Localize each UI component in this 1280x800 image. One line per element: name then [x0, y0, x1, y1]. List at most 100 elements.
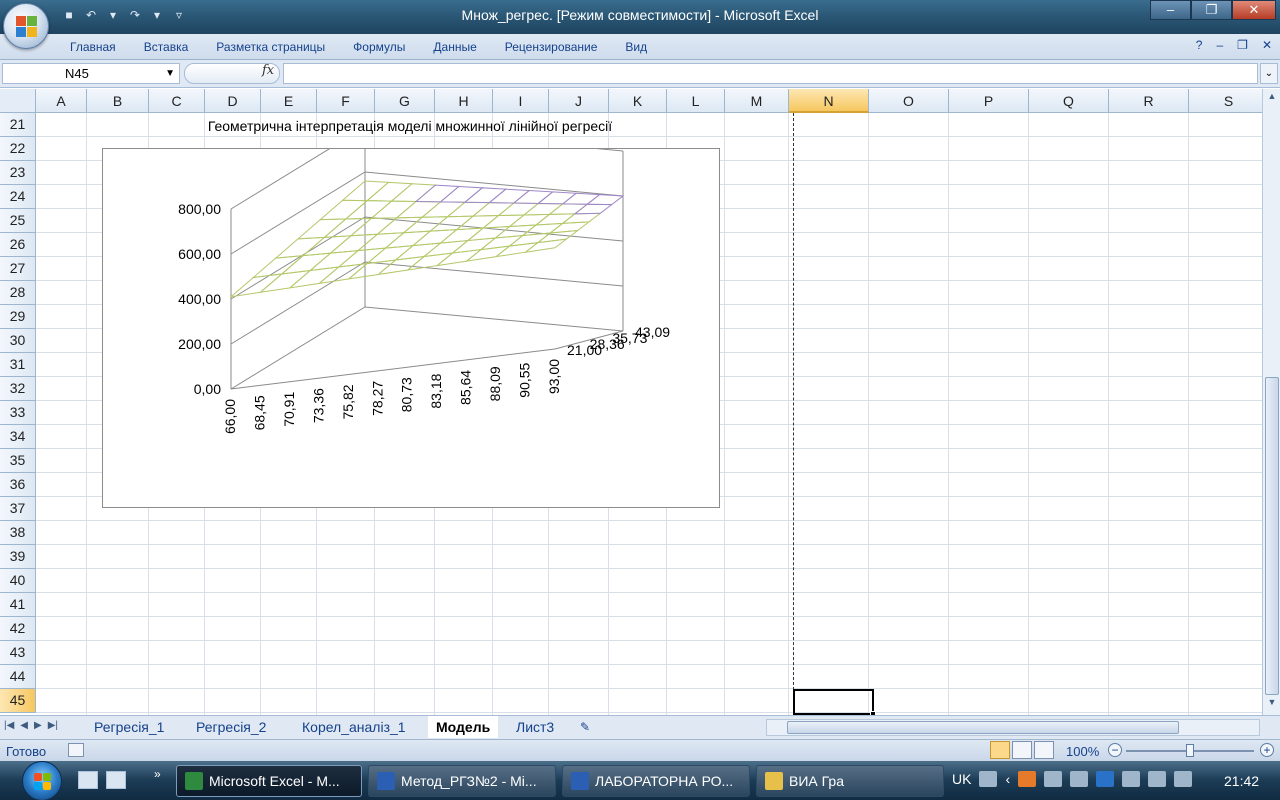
- column-header-b[interactable]: B: [87, 89, 149, 113]
- row-header-26[interactable]: 26: [0, 233, 36, 257]
- tray-app-icon[interactable]: [1018, 771, 1037, 787]
- expand-formula-bar-icon[interactable]: ⌄: [1260, 63, 1278, 84]
- scroll-down-icon[interactable]: ▼: [1265, 697, 1279, 713]
- page-break-view-icon[interactable]: [1034, 741, 1054, 759]
- prev-sheet-icon[interactable]: ◀: [20, 720, 28, 731]
- row-header-44[interactable]: 44: [0, 665, 36, 689]
- horizontal-scroll-thumb[interactable]: [787, 721, 1179, 734]
- normal-view-icon[interactable]: [990, 741, 1010, 759]
- row-header-29[interactable]: 29: [0, 305, 36, 329]
- scroll-up-icon[interactable]: ▲: [1265, 91, 1279, 107]
- row-header-27[interactable]: 27: [0, 257, 36, 281]
- column-header-g[interactable]: G: [375, 89, 435, 113]
- volume-icon[interactable]: [1174, 771, 1193, 787]
- column-header-m[interactable]: M: [725, 89, 789, 113]
- show-desktop-icon[interactable]: [106, 771, 126, 789]
- column-header-p[interactable]: P: [949, 89, 1029, 113]
- vertical-scroll-thumb[interactable]: [1265, 377, 1279, 695]
- surface-chart[interactable]: 800,00 600,00 400,00 200,00 0,00 66,00 68,45 70…: [102, 126, 720, 508]
- row-header-42[interactable]: 42: [0, 617, 36, 641]
- task-word-1[interactable]: Метод_РГЗ№2 - Mi...: [368, 765, 556, 797]
- worksheet-grid[interactable]: Геометрична інтерпретація моделі множинн…: [0, 89, 1262, 715]
- zoom-in-icon[interactable]: +: [1260, 743, 1274, 757]
- row-header-39[interactable]: 39: [0, 545, 36, 569]
- row-header-22[interactable]: 22: [0, 137, 36, 161]
- task-excel[interactable]: Microsoft Excel - M...: [176, 765, 362, 797]
- column-header-q[interactable]: Q: [1029, 89, 1109, 113]
- column-header-r[interactable]: R: [1109, 89, 1189, 113]
- tray-sync-icon[interactable]: [1044, 771, 1063, 787]
- column-header-h[interactable]: H: [435, 89, 493, 113]
- zoom-level[interactable]: 100%: [1066, 744, 1099, 759]
- tab-formulas[interactable]: Формулы: [339, 39, 419, 55]
- help-icon[interactable]: ?: [1196, 38, 1203, 52]
- first-sheet-icon[interactable]: |◀: [4, 720, 14, 731]
- row-header-23[interactable]: 23: [0, 161, 36, 185]
- sheet-tab-regression-2[interactable]: Регресія_2: [188, 716, 274, 738]
- workbook-close-button[interactable]: ✕: [1262, 38, 1272, 52]
- zoom-out-icon[interactable]: −: [1108, 743, 1122, 757]
- minimize-button[interactable]: –: [1150, 0, 1191, 20]
- tray-update-icon[interactable]: [1096, 771, 1115, 787]
- selected-cell-n45[interactable]: [793, 689, 876, 715]
- column-header-d[interactable]: D: [205, 89, 261, 113]
- office-button[interactable]: [3, 3, 49, 49]
- network-icon[interactable]: [1148, 771, 1167, 787]
- zoom-knob[interactable]: [1186, 744, 1194, 757]
- row-header-40[interactable]: 40: [0, 569, 36, 593]
- row-header-36[interactable]: 36: [0, 473, 36, 497]
- task-word-2[interactable]: ЛАБОРАТОРНА РО...: [562, 765, 750, 797]
- column-header-s[interactable]: S: [1189, 89, 1262, 113]
- page-layout-view-icon[interactable]: [1012, 741, 1032, 759]
- column-header-e[interactable]: E: [261, 89, 317, 113]
- row-header-45[interactable]: 45: [0, 689, 36, 713]
- row-header-31[interactable]: 31: [0, 353, 36, 377]
- vertical-scrollbar[interactable]: ▲ ▼: [1262, 89, 1280, 715]
- tab-data[interactable]: Данные: [419, 39, 490, 55]
- quick-launch-more-icon[interactable]: »: [154, 767, 161, 781]
- column-header-a[interactable]: A: [36, 89, 87, 113]
- sheet-tab-sheet3[interactable]: Лист3: [508, 716, 562, 738]
- row-header-43[interactable]: 43: [0, 641, 36, 665]
- select-all-corner[interactable]: [0, 89, 36, 113]
- workbook-restore-button[interactable]: ❐: [1237, 38, 1248, 52]
- column-header-i[interactable]: I: [493, 89, 549, 113]
- sheet-tab-correlation[interactable]: Корел_аналіз_1: [294, 716, 414, 738]
- start-button[interactable]: [22, 761, 62, 800]
- column-header-c[interactable]: C: [149, 89, 205, 113]
- close-button[interactable]: ✕: [1232, 0, 1276, 20]
- battery-icon[interactable]: [1122, 771, 1141, 787]
- column-header-j[interactable]: J: [549, 89, 609, 113]
- maximize-button[interactable]: ❐: [1191, 0, 1232, 20]
- tab-insert[interactable]: Вставка: [130, 39, 203, 55]
- row-header-30[interactable]: 30: [0, 329, 36, 353]
- row-header-38[interactable]: 38: [0, 521, 36, 545]
- row-header-21[interactable]: 21: [0, 113, 36, 137]
- tab-page-layout[interactable]: Разметка страницы: [202, 39, 339, 55]
- clock[interactable]: 21:42: [1224, 773, 1259, 789]
- tab-view[interactable]: Вид: [611, 39, 661, 55]
- explorer-icon[interactable]: [78, 771, 98, 789]
- keyboard-icon[interactable]: [979, 771, 998, 787]
- row-header-32[interactable]: 32: [0, 377, 36, 401]
- horizontal-scrollbar[interactable]: [766, 719, 1260, 736]
- tray-expand-icon[interactable]: ‹: [1005, 771, 1010, 787]
- tray-monitor-icon[interactable]: [1070, 771, 1089, 787]
- language-indicator[interactable]: UK: [952, 771, 971, 787]
- column-header-n[interactable]: N: [789, 89, 869, 113]
- last-sheet-icon[interactable]: ▶|: [48, 720, 58, 731]
- tab-review[interactable]: Рецензирование: [491, 39, 612, 55]
- tab-home[interactable]: Главная: [56, 39, 130, 55]
- zoom-slider[interactable]: − +: [1108, 743, 1274, 759]
- formula-input[interactable]: [283, 63, 1258, 84]
- chevron-down-icon[interactable]: ▼: [165, 64, 175, 83]
- column-header-l[interactable]: L: [667, 89, 725, 113]
- row-header-28[interactable]: 28: [0, 281, 36, 305]
- sheet-tab-regression-1[interactable]: Регресія_1: [86, 716, 172, 738]
- column-header-f[interactable]: F: [317, 89, 375, 113]
- row-header-41[interactable]: 41: [0, 593, 36, 617]
- name-box[interactable]: N45 ▼: [2, 63, 180, 84]
- insert-sheet-icon[interactable]: ✎: [572, 716, 598, 738]
- macro-record-icon[interactable]: [68, 743, 84, 757]
- row-header-37[interactable]: 37: [0, 497, 36, 521]
